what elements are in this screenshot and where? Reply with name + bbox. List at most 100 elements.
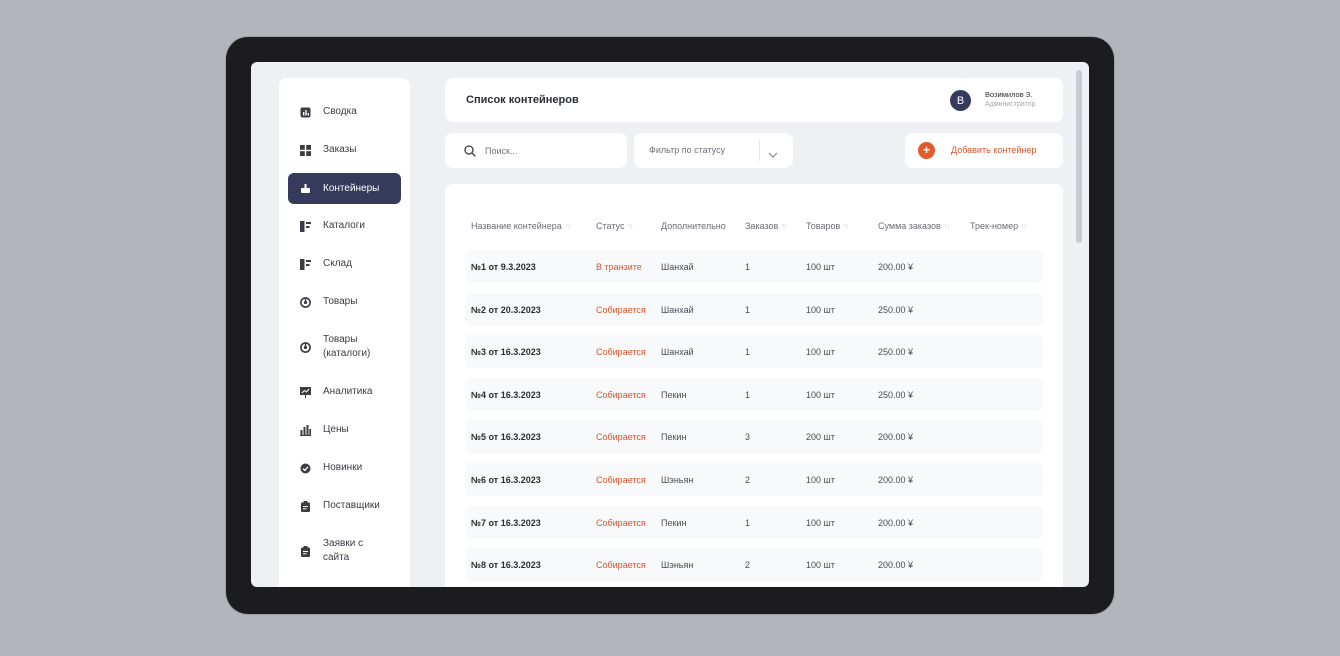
cell-status: Собирается [596,389,646,400]
sidebar-item-8[interactable]: Аналитика [288,384,401,400]
suppliers-icon [299,500,312,512]
sidebar-item-4[interactable]: Каталоги [288,218,401,234]
column-header-5[interactable]: Товаров ↑↓ [806,221,849,231]
sidebar-item-3[interactable]: Контейнеры [288,173,401,204]
new-items-icon [299,463,312,474]
user-name: Возимилов З. [985,90,1033,99]
sort-arrows-icon[interactable]: ↑↓ [565,223,571,230]
cell-sum: 250.00 ¥ [878,389,914,400]
cell-goods: 100 шт [806,475,835,485]
table-row[interactable]: №8 от 16.3.2023 Собирается Шэньян 2 100 шт 20… [465,548,1043,582]
cell-sum: 200.00 ¥ [878,517,914,528]
cell-status: Собирается [596,560,646,571]
sort-arrows-icon[interactable]: ↑↓ [944,223,950,230]
sidebar-item-label: Товары [323,296,358,307]
sidebar-item-label: Заказы [323,144,357,155]
sidebar-item-label: Контейнеры [323,182,380,194]
avatar[interactable]: В [950,90,971,111]
column-header-1[interactable]: Название контейнера ↑↓ [471,221,571,231]
top-bar: Список контейнеров В Возимилов З. Админи… [445,78,1063,122]
cell-extra: Шанхай [661,347,694,358]
sidebar-item-12[interactable]: Заявки с сайта [288,536,401,566]
sidebar-item-2[interactable]: Заказы [288,142,401,158]
cell-sum: 200.00 ¥ [878,262,914,272]
column-header-4[interactable]: Заказов ↑↓ [745,221,787,231]
cell-name: №3 от 16.3.2023 [471,347,541,358]
sidebar-item-label: Каталоги [323,220,365,231]
container-icon [299,183,312,194]
cell-name: №8 от 16.3.2023 [471,560,541,571]
column-header-7[interactable]: Трек-номер ↑↓ [970,221,1027,231]
site-requests-icon [299,545,312,557]
table-row[interactable]: №1 от 9.3.2023 В транзите Шанхай 1 100 шт 200… [465,250,1043,283]
cell-orders: 2 [745,475,751,485]
sidebar-item-label: Аналитика [323,386,373,397]
cell-orders: 1 [745,304,751,315]
filter-divider [759,140,760,161]
search-input[interactable] [485,142,615,159]
table-row[interactable]: №5 от 16.3.2023 Собирается Пекин 3 200 шт 200… [465,420,1043,454]
column-header-6[interactable]: Сумма заказов ↑↓ [878,221,950,231]
cell-name: №6 от 16.3.2023 [471,475,541,485]
table-row[interactable]: №6 от 16.3.2023 Собирается Шэньян 2 100 шт 20… [465,463,1043,496]
goods-icon [299,296,312,308]
goods-catalog-icon [299,341,312,353]
sidebar-item-11[interactable]: Поставщики [288,498,401,514]
cell-extra: Пекин [661,517,687,528]
column-header-label: Название контейнера [471,221,562,231]
sort-arrows-icon[interactable]: ↑↓ [1021,223,1027,230]
table-row[interactable]: №3 от 16.3.2023 Собирается Шанхай 1 100 шт 25… [465,335,1043,369]
cell-goods: 100 шт [806,262,835,272]
cell-extra: Пекин [661,389,687,400]
column-header-label: Товаров [806,221,841,231]
column-header-2[interactable]: Статус ↑↓ [596,221,633,231]
sort-arrows-icon[interactable]: ↑↓ [843,223,849,230]
sidebar-item-9[interactable]: Цены [288,422,401,438]
cell-extra: Шэньян [661,560,694,571]
column-header-label: Заказов [745,221,779,231]
cell-orders: 1 [745,262,751,272]
cell-sum: 200.00 ¥ [878,432,914,443]
cell-sum: 250.00 ¥ [878,347,914,358]
cell-orders: 2 [745,560,751,571]
scrollbar[interactable] [1076,70,1082,243]
sidebar-item-label: Заявки с сайта [323,538,364,563]
app-screen: Сводка Заказы Контейнеры Каталоги Склад Товар… [251,62,1089,587]
table-row[interactable]: №4 от 16.3.2023 Собирается Пекин 1 100 шт 250… [465,377,1043,411]
cell-name: №7 от 16.3.2023 [471,517,541,528]
column-header-label: Сумма заказов [878,221,941,231]
sidebar-item-1[interactable]: Сводка [288,104,401,120]
cell-sum: 200.00 ¥ [878,475,914,485]
cell-name: №5 от 16.3.2023 [471,432,541,443]
cell-extra: Пекин [661,432,687,443]
sort-arrows-icon[interactable]: ↑↓ [627,223,633,230]
containers-table: Название контейнера ↑↓ Статус ↑↓ Дополнитель… [445,184,1063,587]
cell-orders: 3 [745,432,751,443]
cell-extra: Шэньян [661,475,694,485]
cell-status: Собирается [596,432,646,443]
status-filter-select[interactable]: Фильтр по статусу [634,133,793,168]
column-header-label: Статус [596,221,625,231]
sidebar-item-7[interactable]: Товары (каталоги) [288,332,401,362]
table-row[interactable]: №7 от 16.3.2023 Собирается Пекин 1 100 шт 200… [465,505,1043,539]
cell-goods: 200 шт [806,432,835,443]
cell-name: №2 от 20.3.2023 [471,304,541,315]
cell-status: Собирается [596,517,646,528]
sidebar-item-10[interactable]: Новинки [288,460,401,476]
add-container-button[interactable]: + Добавить контейнер [905,133,1063,168]
dashboard-icon [299,107,312,118]
cell-orders: 1 [745,347,751,358]
sort-arrows-icon[interactable]: ↑↓ [781,223,787,230]
page-title: Список контейнеров [466,94,579,106]
sidebar-item-5[interactable]: Склад [288,256,401,272]
table-row[interactable]: №2 от 20.3.2023 Собирается Шанхай 1 100 шт 25… [465,292,1043,326]
chevron-down-icon[interactable] [768,146,778,164]
cell-status: В транзите [596,262,642,272]
add-container-label: Добавить контейнер [951,145,1037,155]
sidebar-item-label: Товары (каталоги) [323,334,371,359]
sidebar-item-6[interactable]: Товары [288,294,401,310]
sidebar-item-label: Поставщики [323,500,380,511]
catalog-icon [299,220,312,232]
warehouse-icon [299,258,312,270]
prices-icon [299,424,312,436]
